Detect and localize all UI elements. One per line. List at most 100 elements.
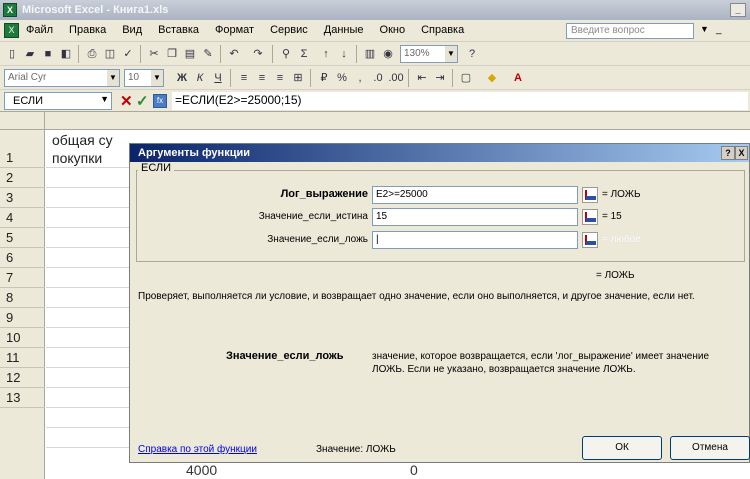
cut-icon[interactable]: ✂ <box>146 46 162 62</box>
gridline <box>46 207 136 208</box>
dialog-close-button[interactable]: X <box>735 146 748 160</box>
menu-help[interactable]: Справка <box>421 24 464 36</box>
workbook-minimize-icon[interactable]: _ <box>716 24 722 35</box>
zoom-select[interactable]: 130% ▼ <box>400 45 458 63</box>
chevron-down-icon[interactable]: ▼ <box>445 46 457 62</box>
confirm-entry-icon[interactable]: ✓ <box>136 92 149 110</box>
row-header-3[interactable]: 3 <box>0 188 45 208</box>
collapse-dialog-icon[interactable] <box>582 232 598 248</box>
row-header-1[interactable]: 1 <box>0 130 45 168</box>
name-box[interactable]: ЕСЛИ ▼ <box>4 92 112 110</box>
toolbar-divider <box>408 69 409 87</box>
menu-view[interactable]: Вид <box>122 24 142 36</box>
menu-edit[interactable]: Правка <box>69 24 106 36</box>
row-header-10[interactable]: 10 <box>0 328 45 348</box>
spelling-icon[interactable]: ✓ <box>120 46 136 62</box>
ok-button[interactable]: ОК <box>582 436 662 460</box>
cell-c13[interactable]: 0 <box>410 462 418 478</box>
gridline <box>46 227 136 228</box>
function-help-link[interactable]: Справка по этой функции <box>138 444 257 455</box>
align-center-icon[interactable]: ≡ <box>254 70 270 86</box>
paste-icon[interactable]: ▤ <box>182 46 198 62</box>
menu-data[interactable]: Данные <box>324 24 364 36</box>
menu-insert[interactable]: Вставка <box>158 24 199 36</box>
workbook-icon[interactable]: X <box>4 23 19 38</box>
fill-color-icon[interactable]: ◆ <box>484 70 500 86</box>
increase-indent-icon[interactable]: ⇥ <box>432 70 448 86</box>
dialog-titlebar[interactable]: Аргументы функции <box>130 144 749 162</box>
font-size-select[interactable]: 10 ▼ <box>124 69 164 87</box>
autosum-icon[interactable]: Σ <box>296 46 312 62</box>
chevron-down-icon[interactable]: ▼ <box>100 94 109 104</box>
copy-icon[interactable]: ❐ <box>164 46 180 62</box>
collapse-dialog-icon[interactable] <box>582 209 598 225</box>
print-icon[interactable]: ⎙ <box>84 46 100 62</box>
menu-file[interactable]: Файл <box>26 24 53 36</box>
window-minimize-button[interactable]: _ <box>730 3 746 17</box>
row-header-12[interactable]: 12 <box>0 368 45 388</box>
align-right-icon[interactable]: ≡ <box>272 70 288 86</box>
decrease-indent-icon[interactable]: ⇤ <box>414 70 430 86</box>
save-icon[interactable]: ■ <box>40 46 56 62</box>
insert-function-icon[interactable]: fx <box>153 94 167 108</box>
font-select[interactable]: Arial Cyr ▼ <box>4 69 120 87</box>
formula-input[interactable]: =ЕСЛИ(E2>=25000;15) <box>172 92 748 110</box>
merge-center-icon[interactable]: ⊞ <box>290 70 306 86</box>
italic-icon[interactable]: К <box>192 70 208 86</box>
cancel-button[interactable]: Отмена <box>670 436 750 460</box>
row-header-13[interactable]: 13 <box>0 388 45 408</box>
permission-icon[interactable]: ◧ <box>58 46 74 62</box>
ask-question-input[interactable]: Введите вопрос <box>566 23 694 39</box>
align-left-icon[interactable]: ≡ <box>236 70 252 86</box>
row-header-11[interactable]: 11 <box>0 348 45 368</box>
collapse-dialog-icon[interactable] <box>582 187 598 203</box>
dialog-help-button[interactable]: ? <box>721 146 735 160</box>
row-header-7[interactable]: 7 <box>0 268 45 288</box>
drawing-icon[interactable]: ◉ <box>380 46 396 62</box>
row-header-2[interactable]: 2 <box>0 168 45 188</box>
arg-value-if-true-input[interactable]: 15 <box>372 208 578 226</box>
current-arg-description: значение, которое возвращается, если 'ло… <box>372 351 710 375</box>
row-header-8[interactable]: 8 <box>0 288 45 308</box>
chevron-down-icon[interactable]: ▼ <box>700 24 709 34</box>
row-headers: 1 2 3 4 5 6 7 8 9 10 11 12 13 <box>0 130 45 479</box>
hyperlink-icon[interactable]: ⚲ <box>278 46 294 62</box>
increase-decimal-icon[interactable]: .0 <box>370 70 386 86</box>
menu-tools[interactable]: Сервис <box>270 24 308 36</box>
row-header-5[interactable]: 5 <box>0 228 45 248</box>
print-preview-icon[interactable]: ◫ <box>102 46 118 62</box>
format-painter-icon[interactable]: ✎ <box>200 46 216 62</box>
row-header-6[interactable]: 6 <box>0 248 45 268</box>
menu-window[interactable]: Окно <box>380 24 406 36</box>
cancel-entry-icon[interactable]: ✕ <box>120 92 133 110</box>
chevron-down-icon[interactable]: ▼ <box>151 70 163 86</box>
sort-descending-icon[interactable]: ↓ <box>336 46 352 62</box>
row-header-9[interactable]: 9 <box>0 308 45 328</box>
cell-b13[interactable]: 4000 <box>186 462 217 478</box>
chevron-down-icon[interactable]: ▼ <box>107 70 119 86</box>
function-description: Проверяет, выполняется ли условие, и воз… <box>138 291 695 302</box>
menu-format[interactable]: Формат <box>215 24 254 36</box>
arg-value-if-false-input[interactable]: | <box>372 231 578 249</box>
help-icon[interactable]: ? <box>464 46 480 62</box>
row-header-4[interactable]: 4 <box>0 208 45 228</box>
underline-icon[interactable]: Ч <box>210 70 226 86</box>
redo-icon[interactable]: ↷ <box>250 46 266 62</box>
open-folder-icon[interactable]: ▰ <box>22 46 38 62</box>
cell-a1-line2[interactable]: покупки <box>52 150 102 166</box>
cell-a1-line1[interactable]: общая су <box>52 132 113 148</box>
borders-icon[interactable]: ▢ <box>458 70 474 86</box>
thousands-icon[interactable]: , <box>352 70 368 86</box>
select-all-corner[interactable] <box>0 112 45 130</box>
percent-icon[interactable]: % <box>334 70 350 86</box>
arg-logical-test-input[interactable]: E2>=25000 <box>372 186 578 204</box>
new-file-icon[interactable]: ▯ <box>4 46 20 62</box>
decrease-decimal-icon[interactable]: .00 <box>388 70 404 86</box>
chart-wizard-icon[interactable]: ▥ <box>362 46 378 62</box>
zoom-value: 130% <box>404 48 430 59</box>
bold-icon[interactable]: Ж <box>174 70 190 86</box>
undo-icon[interactable]: ↶ <box>226 46 242 62</box>
currency-icon[interactable]: ₽ <box>316 70 332 86</box>
sort-ascending-icon[interactable]: ↑ <box>318 46 334 62</box>
font-color-icon[interactable]: A <box>510 70 526 86</box>
